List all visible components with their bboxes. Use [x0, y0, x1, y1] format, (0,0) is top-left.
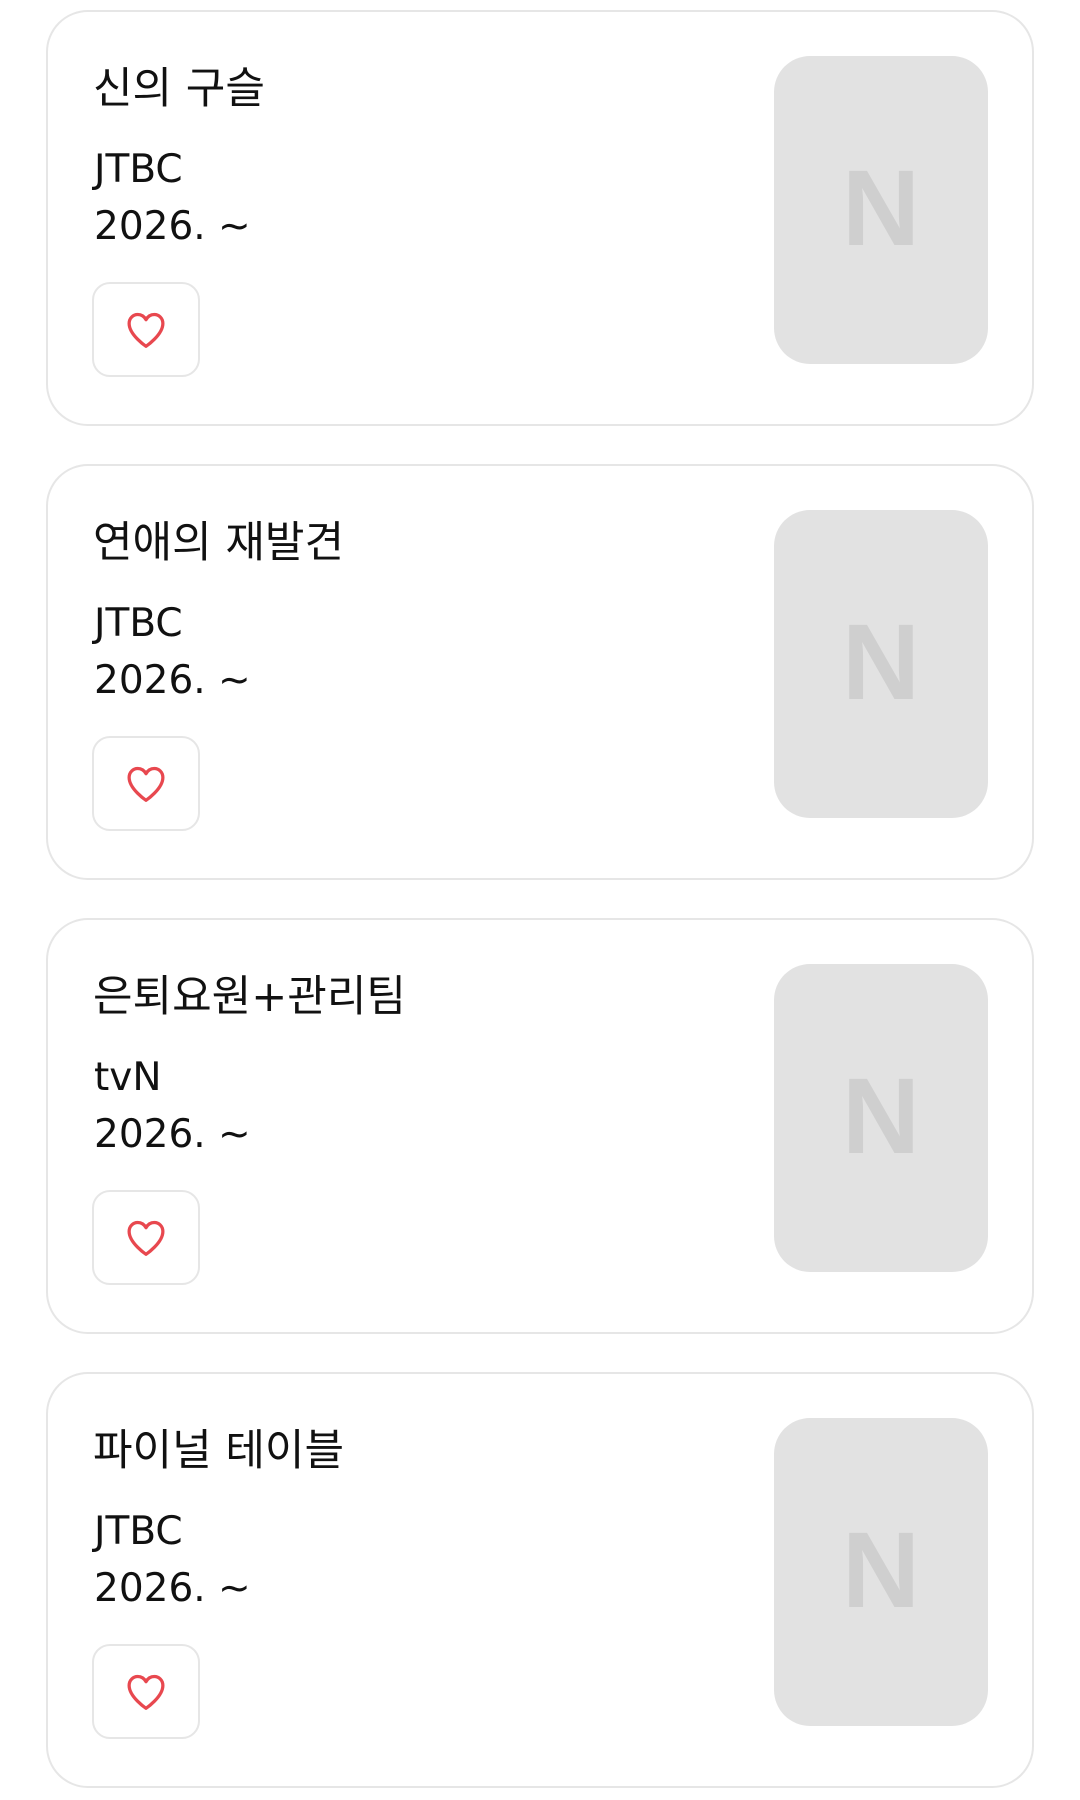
program-date: 2026. ~: [94, 658, 251, 703]
heart-icon: [127, 1674, 165, 1710]
heart-icon: [127, 312, 165, 348]
program-card[interactable]: 은퇴요원+관리팀 tvN 2026. ~ N: [46, 918, 1034, 1334]
like-button[interactable]: [92, 736, 200, 831]
program-network: tvN: [94, 1055, 162, 1100]
like-button[interactable]: [92, 1190, 200, 1285]
program-title: 신의 구슬: [93, 64, 265, 114]
poster-placeholder[interactable]: N: [774, 964, 988, 1272]
placeholder-logo: N: [842, 601, 920, 722]
program-title: 은퇴요원+관리팀: [93, 972, 406, 1022]
poster-placeholder[interactable]: N: [774, 510, 988, 818]
program-network: JTBC: [94, 147, 183, 192]
heart-icon: [127, 766, 165, 802]
heart-icon: [127, 1220, 165, 1256]
like-button[interactable]: [92, 1644, 200, 1739]
like-button[interactable]: [92, 282, 200, 377]
program-title: 연애의 재발견: [93, 518, 345, 568]
program-list: 신의 구슬 JTBC 2026. ~ N 연애의 재발견 JTBC 2026. …: [0, 0, 1080, 1800]
program-card[interactable]: 연애의 재발견 JTBC 2026. ~ N: [46, 464, 1034, 880]
poster-placeholder[interactable]: N: [774, 56, 988, 364]
program-date: 2026. ~: [94, 1112, 251, 1157]
program-network: JTBC: [94, 601, 183, 646]
program-date: 2026. ~: [94, 204, 251, 249]
placeholder-logo: N: [842, 147, 920, 268]
placeholder-logo: N: [842, 1509, 920, 1630]
program-date: 2026. ~: [94, 1566, 251, 1611]
program-network: JTBC: [94, 1509, 183, 1554]
program-card[interactable]: 신의 구슬 JTBC 2026. ~ N: [46, 10, 1034, 426]
program-card[interactable]: 파이널 테이블 JTBC 2026. ~ N: [46, 1372, 1034, 1788]
placeholder-logo: N: [842, 1055, 920, 1176]
poster-placeholder[interactable]: N: [774, 1418, 988, 1726]
program-title: 파이널 테이블: [93, 1426, 345, 1476]
